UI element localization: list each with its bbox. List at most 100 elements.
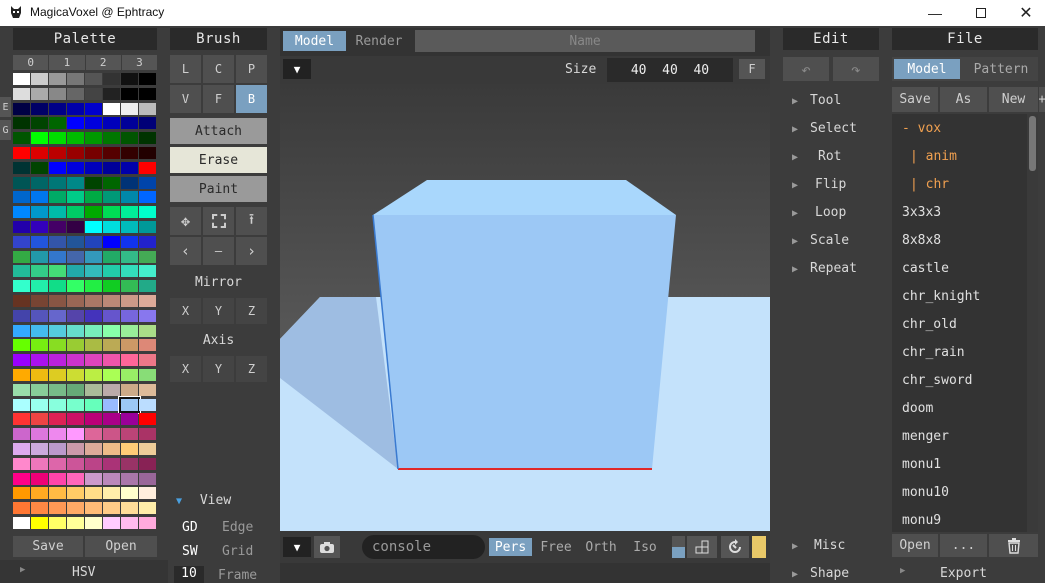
palette-swatch[interactable] [49,147,66,159]
grid-toggle-button[interactable] [687,536,717,558]
screenshot-button[interactable] [314,536,340,558]
palette-swatch[interactable] [85,354,102,367]
nudge-left-button[interactable]: ‹ [170,237,201,265]
palette-swatch[interactable] [103,413,120,426]
palette-swatch[interactable] [49,280,66,293]
palette-swatch[interactable] [49,206,66,219]
camera-free-button[interactable]: Free [535,538,577,556]
palette-swatch[interactable] [49,517,66,529]
palette-swatch[interactable] [13,102,30,115]
palette-swatch[interactable] [103,487,120,500]
palette-swatch[interactable] [13,147,30,159]
brush-f-button[interactable]: F [203,85,234,113]
file-list-item[interactable]: | anim [910,149,957,164]
frame-value[interactable]: 10 [174,566,204,583]
file-list-item[interactable]: monu9 [902,513,941,528]
palette-swatch[interactable] [121,191,138,204]
palette-swatch[interactable] [85,132,102,145]
palette-swatch[interactable] [49,221,66,233]
palette-swatch[interactable] [139,369,156,381]
palette-swatch[interactable] [49,102,66,115]
palette-swatch[interactable] [13,383,30,396]
palette-swatch[interactable] [139,339,156,352]
palette-swatch[interactable] [67,265,84,278]
palette-swatch[interactable] [49,354,66,367]
palette-swatch[interactable] [103,295,120,307]
palette-swatch[interactable] [121,147,138,159]
palette-swatch[interactable] [139,428,156,441]
palette-swatch[interactable] [121,324,138,337]
palette-tab-2[interactable]: 2 [85,55,121,70]
undo-button[interactable]: ↶ [783,57,829,81]
palette-swatch[interactable] [103,206,120,219]
palette-swatch[interactable] [103,191,120,204]
palette-swatch[interactable] [103,176,120,189]
palette-swatch[interactable] [103,265,120,278]
tab-render[interactable]: Render [348,31,410,51]
axis-y-button[interactable]: Y [203,356,234,382]
palette-swatch[interactable] [31,147,48,159]
palette-swatch[interactable] [103,383,120,396]
palette-swatch[interactable] [121,117,138,130]
palette-swatch[interactable] [13,235,30,248]
palette-swatch[interactable] [85,73,102,85]
palette-swatch[interactable] [103,221,120,233]
palette-swatch[interactable] [103,517,120,529]
palette-swatch[interactable] [139,73,156,85]
palette-swatch[interactable] [103,147,120,159]
palette-swatch[interactable] [31,206,48,219]
palette-swatch[interactable] [103,428,120,441]
palette-swatch[interactable] [49,176,66,189]
palette-swatch[interactable] [13,73,30,85]
export-bar[interactable]: ▶ Export [892,560,1045,583]
side-tab-g[interactable]: G [0,120,11,140]
palette-swatch[interactable] [49,132,66,145]
view-sw-key[interactable]: SW [182,544,198,559]
palette-swatch[interactable] [67,221,84,233]
palette-swatch[interactable] [67,280,84,293]
palette-swatch[interactable] [13,487,30,500]
palette-swatch[interactable] [67,117,84,130]
palette-swatch[interactable] [49,487,66,500]
nudge-right-button[interactable]: › [236,237,267,265]
palette-swatch[interactable] [121,502,138,515]
edit-misc-item[interactable]: ▶ Misc [792,538,845,553]
minimize-button[interactable]: — [912,0,958,26]
file-save-as-button[interactable]: As [940,87,987,112]
console-input[interactable]: console [362,535,485,559]
palette-swatch[interactable] [85,457,102,470]
file-list-item[interactable]: chr_sword [902,373,972,388]
palette-swatch[interactable] [67,369,84,381]
palette-swatch[interactable] [121,87,138,100]
palette-swatch[interactable] [139,191,156,204]
edit-scale-item[interactable]: ▶ Scale [792,233,849,248]
palette-swatch[interactable] [85,265,102,278]
palette-swatch[interactable] [85,161,102,174]
palette-swatch[interactable] [49,117,66,130]
palette-swatch[interactable] [139,87,156,100]
palette-swatch[interactable] [31,428,48,441]
view-gd-key[interactable]: GD [182,520,198,535]
palette-swatch[interactable] [49,428,66,441]
scrollbar-thumb[interactable] [1029,116,1036,171]
palette-swatch[interactable] [139,443,156,455]
palette-swatch[interactable] [121,250,138,263]
palette-swatch[interactable] [85,250,102,263]
view-grid-label[interactable]: Grid [222,544,253,559]
palette-swatch[interactable] [67,206,84,219]
palette-swatch[interactable] [85,502,102,515]
palette-swatch[interactable] [13,457,30,470]
file-add-button[interactable]: + [1039,87,1045,112]
palette-swatch[interactable] [103,443,120,455]
palette-swatch[interactable] [13,161,30,174]
file-tab-pattern[interactable]: Pattern [966,59,1036,79]
palette-swatch[interactable] [31,398,48,411]
palette-swatch[interactable] [67,472,84,485]
palette-swatch[interactable] [67,339,84,352]
palette-swatch[interactable] [31,457,48,470]
palette-grid[interactable] [13,73,157,533]
camera-iso-button[interactable]: Iso [624,538,666,556]
palette-swatch[interactable] [67,457,84,470]
edit-tool-item[interactable]: ▶ Tool [792,93,841,108]
palette-swatch[interactable] [103,472,120,485]
